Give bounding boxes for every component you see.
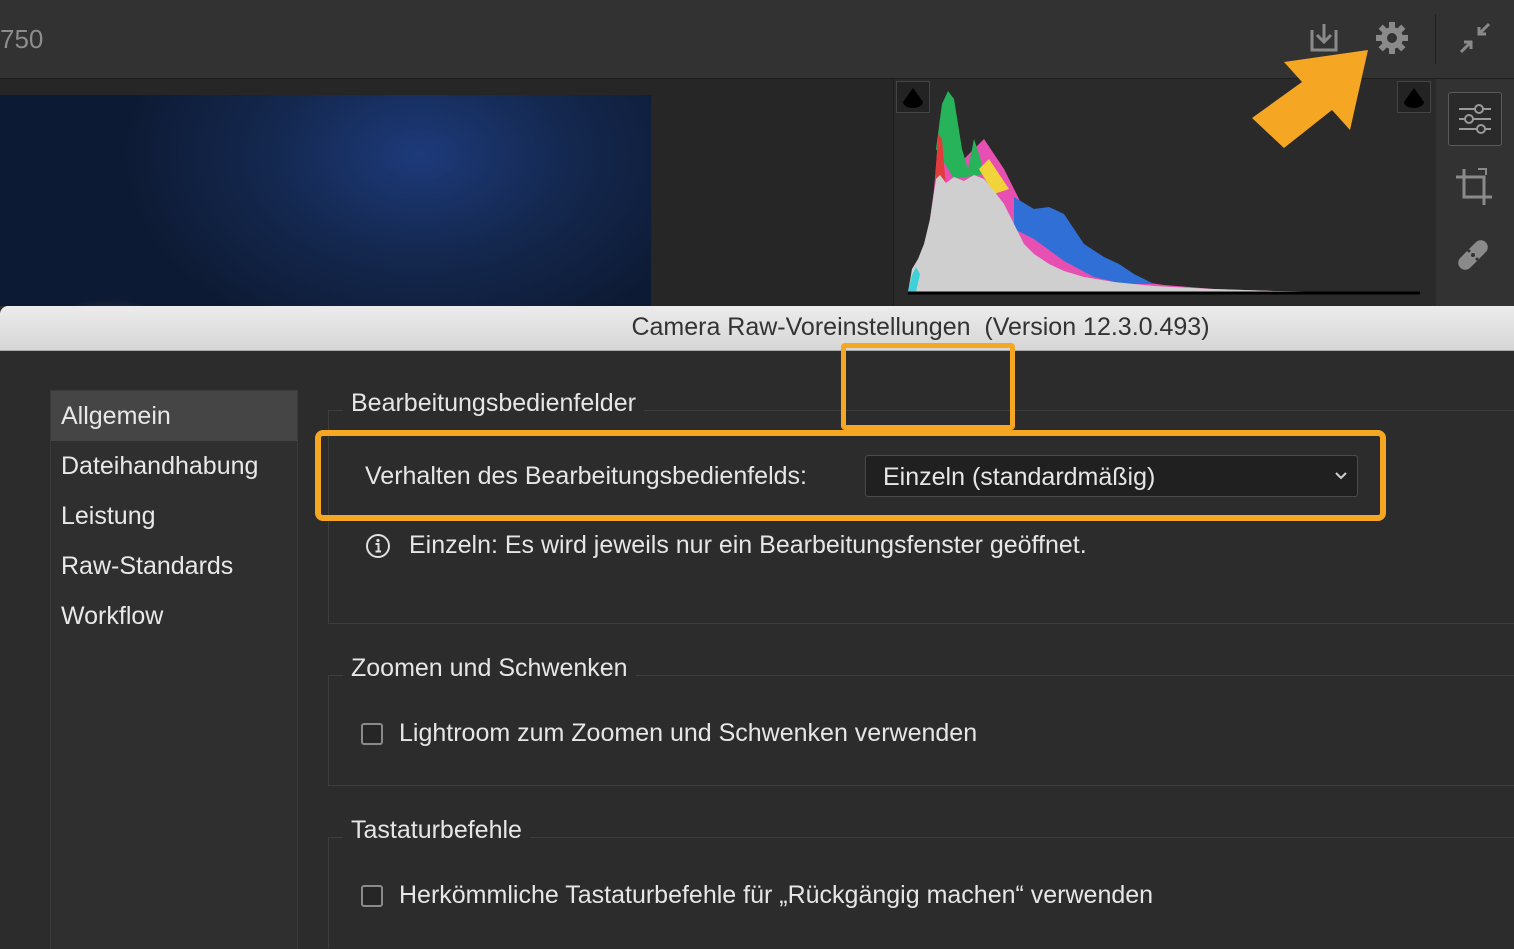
dialog-titlebar: Camera Raw-Voreinstellungen (Version 12.… (0, 306, 1514, 351)
info-icon (366, 533, 390, 558)
nav-item-workflow[interactable]: Workflow (51, 591, 297, 641)
healing-icon (1458, 240, 1488, 270)
legacy-undo-label[interactable]: Herkömmliche Tastaturbefehle für „Rückgä… (399, 881, 1153, 910)
group-title-zoom-pan: Zoomen und Schwenken (343, 654, 636, 683)
crop-icon (1456, 168, 1492, 205)
group-title-shortcuts: Tastaturbefehle (343, 816, 530, 845)
tool-strip (1436, 79, 1514, 306)
lightroom-zoom-option: Lightroom zum Zoomen und Schwenken verwe… (361, 719, 977, 748)
highlight-box-behavior (315, 430, 1386, 521)
group-shortcuts: Tastaturbefehle Herkömmliche Tastaturbef… (328, 816, 1514, 948)
legacy-undo-option: Herkömmliche Tastaturbefehle für „Rückgä… (361, 881, 1153, 910)
group-zoom-pan: Zoomen und Schwenken Lightroom zum Zoome… (328, 654, 1514, 786)
info-row: Einzeln: Es wird jeweils nur ein Bearbei… (365, 531, 1087, 560)
info-text: Einzeln: Es wird jeweils nur ein Bearbei… (409, 531, 1087, 559)
nav-item-allgemein[interactable]: Allgemein (51, 391, 297, 441)
highlight-box-small (841, 343, 1015, 430)
legacy-undo-checkbox[interactable] (361, 884, 383, 907)
healing-tool-button[interactable] (1448, 229, 1500, 281)
frame-number: 750 (0, 24, 44, 54)
lightroom-zoom-label[interactable]: Lightroom zum Zoomen und Schwenken verwe… (399, 719, 977, 748)
dialog-title: Camera Raw-Voreinstellungen (Version 12.… (631, 313, 1210, 341)
photo-thumbnail (0, 95, 651, 306)
collapse-icon[interactable] (1455, 18, 1495, 58)
group-title-edit-panels: Bearbeitungsbedienfelder (343, 389, 644, 418)
nav-item-raw-standards[interactable]: Raw-Standards (51, 541, 297, 591)
toolbar-divider (1435, 14, 1436, 64)
edit-sliders-icon (1459, 104, 1491, 134)
preferences-nav: Allgemein Dateihandhabung Leistung Raw-S… (50, 390, 298, 949)
nav-item-dateihandhabung[interactable]: Dateihandhabung (51, 441, 297, 491)
gear-icon[interactable] (1372, 18, 1412, 58)
lightroom-zoom-checkbox[interactable] (361, 722, 383, 745)
preferences-dialog: Camera Raw-Voreinstellungen (Version 12.… (0, 306, 1514, 949)
crop-tool-button[interactable] (1448, 161, 1500, 213)
pointer-arrow-icon (1252, 50, 1368, 148)
nav-item-leistung[interactable]: Leistung (51, 491, 297, 541)
edit-tool-button[interactable] (1448, 92, 1502, 146)
image-preview (0, 79, 893, 306)
